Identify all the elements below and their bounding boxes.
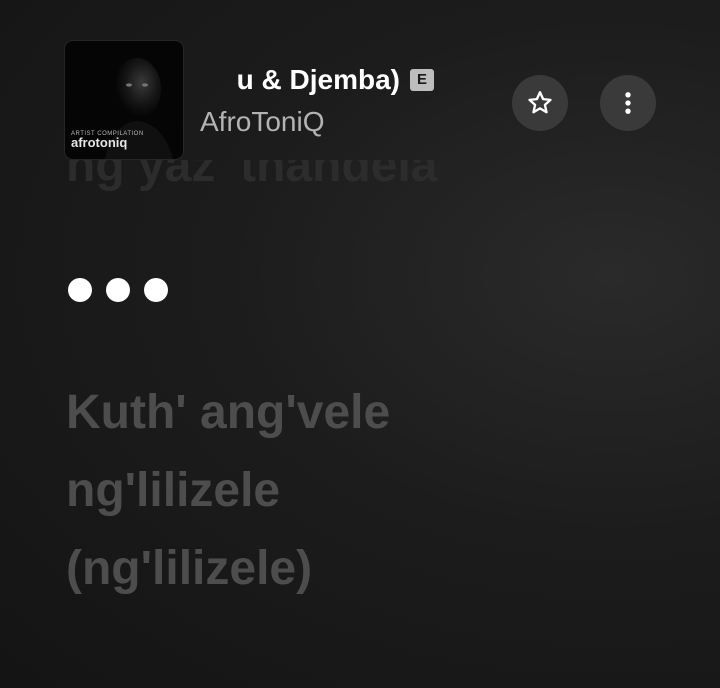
favorite-button[interactable] (512, 75, 568, 131)
star-outline-icon (528, 91, 552, 114)
lyric-upcoming-line[interactable]: Kuth' ang'vele (66, 389, 390, 437)
lyric-upcoming-line[interactable]: (ng'lilizele) (66, 545, 312, 593)
instrumental-dot (68, 278, 92, 302)
more-options-button[interactable] (600, 75, 656, 131)
track-title: u & Djemba) (236, 64, 400, 95)
track-title-marquee: u & Djemba) (196, 60, 400, 102)
instrumental-indicator (68, 278, 168, 302)
lyric-upcoming-line[interactable]: ng'lilizele (66, 467, 280, 515)
instrumental-dot (106, 278, 130, 302)
artist-name[interactable]: AfroToniQ (200, 106, 325, 138)
vertical-ellipsis-icon (625, 92, 631, 114)
album-art-wordmark: afrotoniq (71, 135, 128, 150)
lyric-previous-clip: ng yaz' thandela (66, 160, 586, 204)
album-art[interactable]: ARTIST COMPILATION afrotoniq (65, 41, 183, 159)
instrumental-dot (144, 278, 168, 302)
lyric-previous-line[interactable]: ng yaz' thandela (66, 160, 437, 193)
explicit-badge: E (410, 69, 434, 91)
